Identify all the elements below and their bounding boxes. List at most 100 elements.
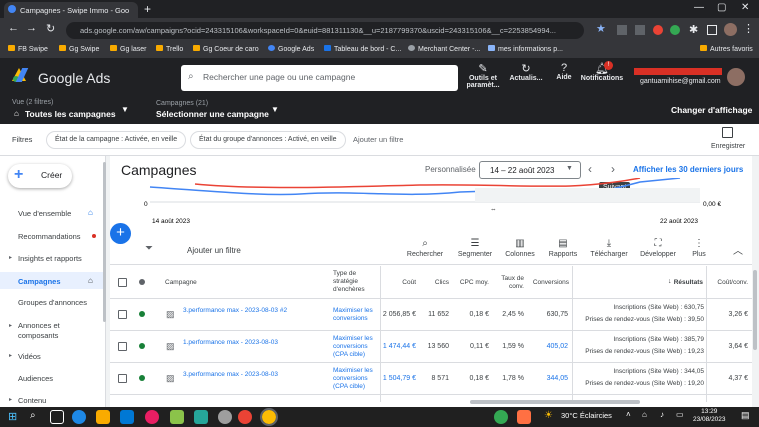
chrome-icon[interactable]	[260, 408, 278, 426]
bookmark-star-icon[interactable]: ★	[596, 22, 606, 35]
url-input[interactable]: ads.google.com/aw/campaigns?ocid=2433151…	[66, 22, 584, 39]
reload-icon[interactable]: ↻	[46, 22, 55, 35]
search-input[interactable]: Rechercher une page ou une campagne	[181, 65, 458, 91]
filter-icon[interactable]: ⏷	[145, 243, 153, 254]
horizontal-scrollbar[interactable]	[470, 400, 640, 404]
column-header-conversions[interactable]: Conversions	[527, 279, 569, 286]
column-header-cost-conv[interactable]: Coût/conv.	[708, 279, 748, 286]
account-avatar[interactable]	[727, 68, 745, 86]
search-table-button[interactable]: ⌕ Rechercher	[405, 238, 445, 258]
network-icon[interactable]: ⌂	[642, 410, 647, 419]
bookmark-item[interactable]: Gg Coeur de caro	[193, 45, 259, 53]
column-header-strategy[interactable]: Type de stratégie d'enchères	[333, 270, 377, 294]
sidebar-item-content[interactable]: Contenu	[18, 396, 46, 405]
file-explorer-icon[interactable]	[96, 410, 110, 424]
sidebar-item-videos[interactable]: Vidéos	[18, 352, 41, 361]
other-bookmarks[interactable]: Autres favoris	[700, 45, 753, 53]
add-filter-link[interactable]: Ajouter un filtre	[353, 135, 403, 144]
sidebar-item-recommendations[interactable]: Recommandations	[18, 232, 81, 241]
close-window-icon[interactable]: ✕	[741, 2, 749, 13]
notifications-button[interactable]: 🔔︎ Notifications	[580, 62, 624, 82]
expand-icon[interactable]: ▸	[9, 322, 12, 329]
side-panel-icon[interactable]	[707, 25, 717, 35]
select-all-checkbox[interactable]	[118, 278, 127, 287]
tray-chevron-icon[interactable]: ˄	[626, 410, 631, 419]
add-filter-button[interactable]: Ajouter un filtre	[187, 246, 241, 255]
bookmark-item[interactable]: Trello	[156, 45, 183, 53]
column-header-results[interactable]: Résultats	[660, 279, 703, 286]
bookmark-item[interactable]: mes informations p...	[488, 45, 563, 53]
minimize-icon[interactable]: —	[694, 2, 704, 13]
reports-button[interactable]: ▤ Rapports	[545, 238, 581, 258]
cost-cell[interactable]: 1 504,79 €	[382, 375, 416, 382]
extension-icon[interactable]	[670, 25, 680, 35]
extension-icon[interactable]	[635, 25, 645, 35]
caret-down-icon[interactable]: ▼	[271, 105, 279, 114]
volume-icon[interactable]: ♪	[660, 410, 664, 419]
sidebar-item-overview[interactable]: Vue d'ensemble	[18, 209, 71, 218]
strategy-link[interactable]: Maximiser les conversions (CPA cible)	[333, 367, 378, 391]
save-button[interactable]: Enregistrer	[711, 143, 745, 150]
row-checkbox[interactable]	[118, 342, 127, 351]
columns-button[interactable]: ▥ Colonnes	[502, 238, 538, 258]
new-tab-button[interactable]: +	[144, 2, 151, 16]
whatsapp-icon[interactable]	[494, 410, 508, 424]
bookmark-item[interactable]: Gg Swipe	[59, 45, 99, 53]
help-button[interactable]: ? Aide	[553, 62, 575, 81]
cost-cell[interactable]: 1 474,44 €	[382, 343, 416, 350]
chrome-icon[interactable]	[238, 410, 252, 424]
add-campaign-button[interactable]: +	[110, 223, 131, 244]
last-30-days-link[interactable]: Afficher les 30 derniers jours	[633, 165, 743, 174]
column-header-cost[interactable]: Coût	[382, 279, 416, 286]
bookmark-item[interactable]: Gg laser	[110, 45, 146, 53]
filter-chip[interactable]: État du groupe d'annonces : Activé, en v…	[190, 131, 346, 149]
strategy-link[interactable]: Maximiser les conversions	[333, 307, 378, 323]
taskbar-clock[interactable]: 13:29 23/08/2023	[693, 408, 726, 424]
notification-center-icon[interactable]: ▤	[741, 410, 750, 421]
expand-icon[interactable]: ▸	[9, 352, 12, 359]
refresh-button[interactable]: ↻ Actualis...	[507, 62, 545, 82]
chevron-up-icon[interactable]: ︿	[733, 242, 743, 257]
back-icon[interactable]: ←	[8, 22, 19, 34]
caret-down-icon[interactable]: ▼	[121, 105, 129, 114]
expand-button[interactable]: ⛶ Développer	[637, 238, 679, 258]
bookmark-item[interactable]: Google Ads	[268, 45, 314, 53]
taskbar-search-icon[interactable]: ⌕	[30, 410, 36, 421]
segment-button[interactable]: ☰ Segmenter	[455, 238, 495, 258]
extension-icon[interactable]	[653, 25, 663, 35]
campaign-name-link[interactable]: 1.performance max - 2023-08-03	[183, 339, 293, 347]
sidebar-item-ad-groups[interactable]: Groupes d'annonces	[18, 298, 87, 307]
weather-text[interactable]: 30°C Éclaircies	[561, 411, 612, 420]
chrome-menu-icon[interactable]: ⋮	[743, 22, 754, 35]
sidebar-item-campaigns[interactable]: Campagnes	[18, 277, 61, 286]
profile-avatar[interactable]	[724, 23, 737, 36]
app-icon[interactable]	[170, 410, 184, 424]
tools-button[interactable]: ✎ Outils et paramèt...	[466, 62, 500, 89]
view-selector[interactable]: Toutes les campagnes	[25, 109, 116, 119]
column-header-campaign[interactable]: Campagne	[165, 279, 197, 286]
conversions-cell[interactable]: 344,05	[527, 375, 568, 382]
sidebar-item-insights[interactable]: Insights et rapports	[18, 254, 82, 263]
expand-icon[interactable]: ▸	[9, 396, 12, 403]
more-button[interactable]: ⋮ Plus	[688, 238, 710, 258]
chevron-right-icon[interactable]: ›	[611, 162, 615, 176]
campaign-name-link[interactable]: 3.performance max - 2023-08-03 #2	[183, 307, 293, 315]
filter-chip[interactable]: État de la campagne : Activée, en veille	[46, 131, 187, 149]
row-checkbox[interactable]	[118, 310, 127, 319]
store-icon[interactable]	[120, 410, 134, 424]
puzzle-icon[interactable]: ✱	[689, 23, 698, 36]
windows-start-icon[interactable]: ⊞	[8, 410, 17, 423]
edge-icon[interactable]	[72, 410, 86, 424]
expand-icon[interactable]: ▸	[9, 254, 12, 261]
campaign-selector[interactable]: Sélectionner une campagne	[156, 109, 269, 119]
forward-icon[interactable]: →	[26, 22, 37, 34]
task-view-icon[interactable]	[50, 410, 64, 424]
download-button[interactable]: ⤓ Télécharger	[588, 238, 630, 258]
row-checkbox[interactable]	[118, 374, 127, 383]
column-header-conv-rate[interactable]: Taux de conv.	[495, 275, 524, 291]
change-view-button[interactable]: Changer d'affichage	[671, 105, 752, 115]
battery-icon[interactable]: ▭	[676, 410, 684, 419]
strategy-link[interactable]: Maximiser les conversions (CPA cible)	[333, 335, 378, 359]
app-icon[interactable]	[194, 410, 208, 424]
account-email[interactable]: gantuamihise@gmail.com	[640, 78, 721, 85]
